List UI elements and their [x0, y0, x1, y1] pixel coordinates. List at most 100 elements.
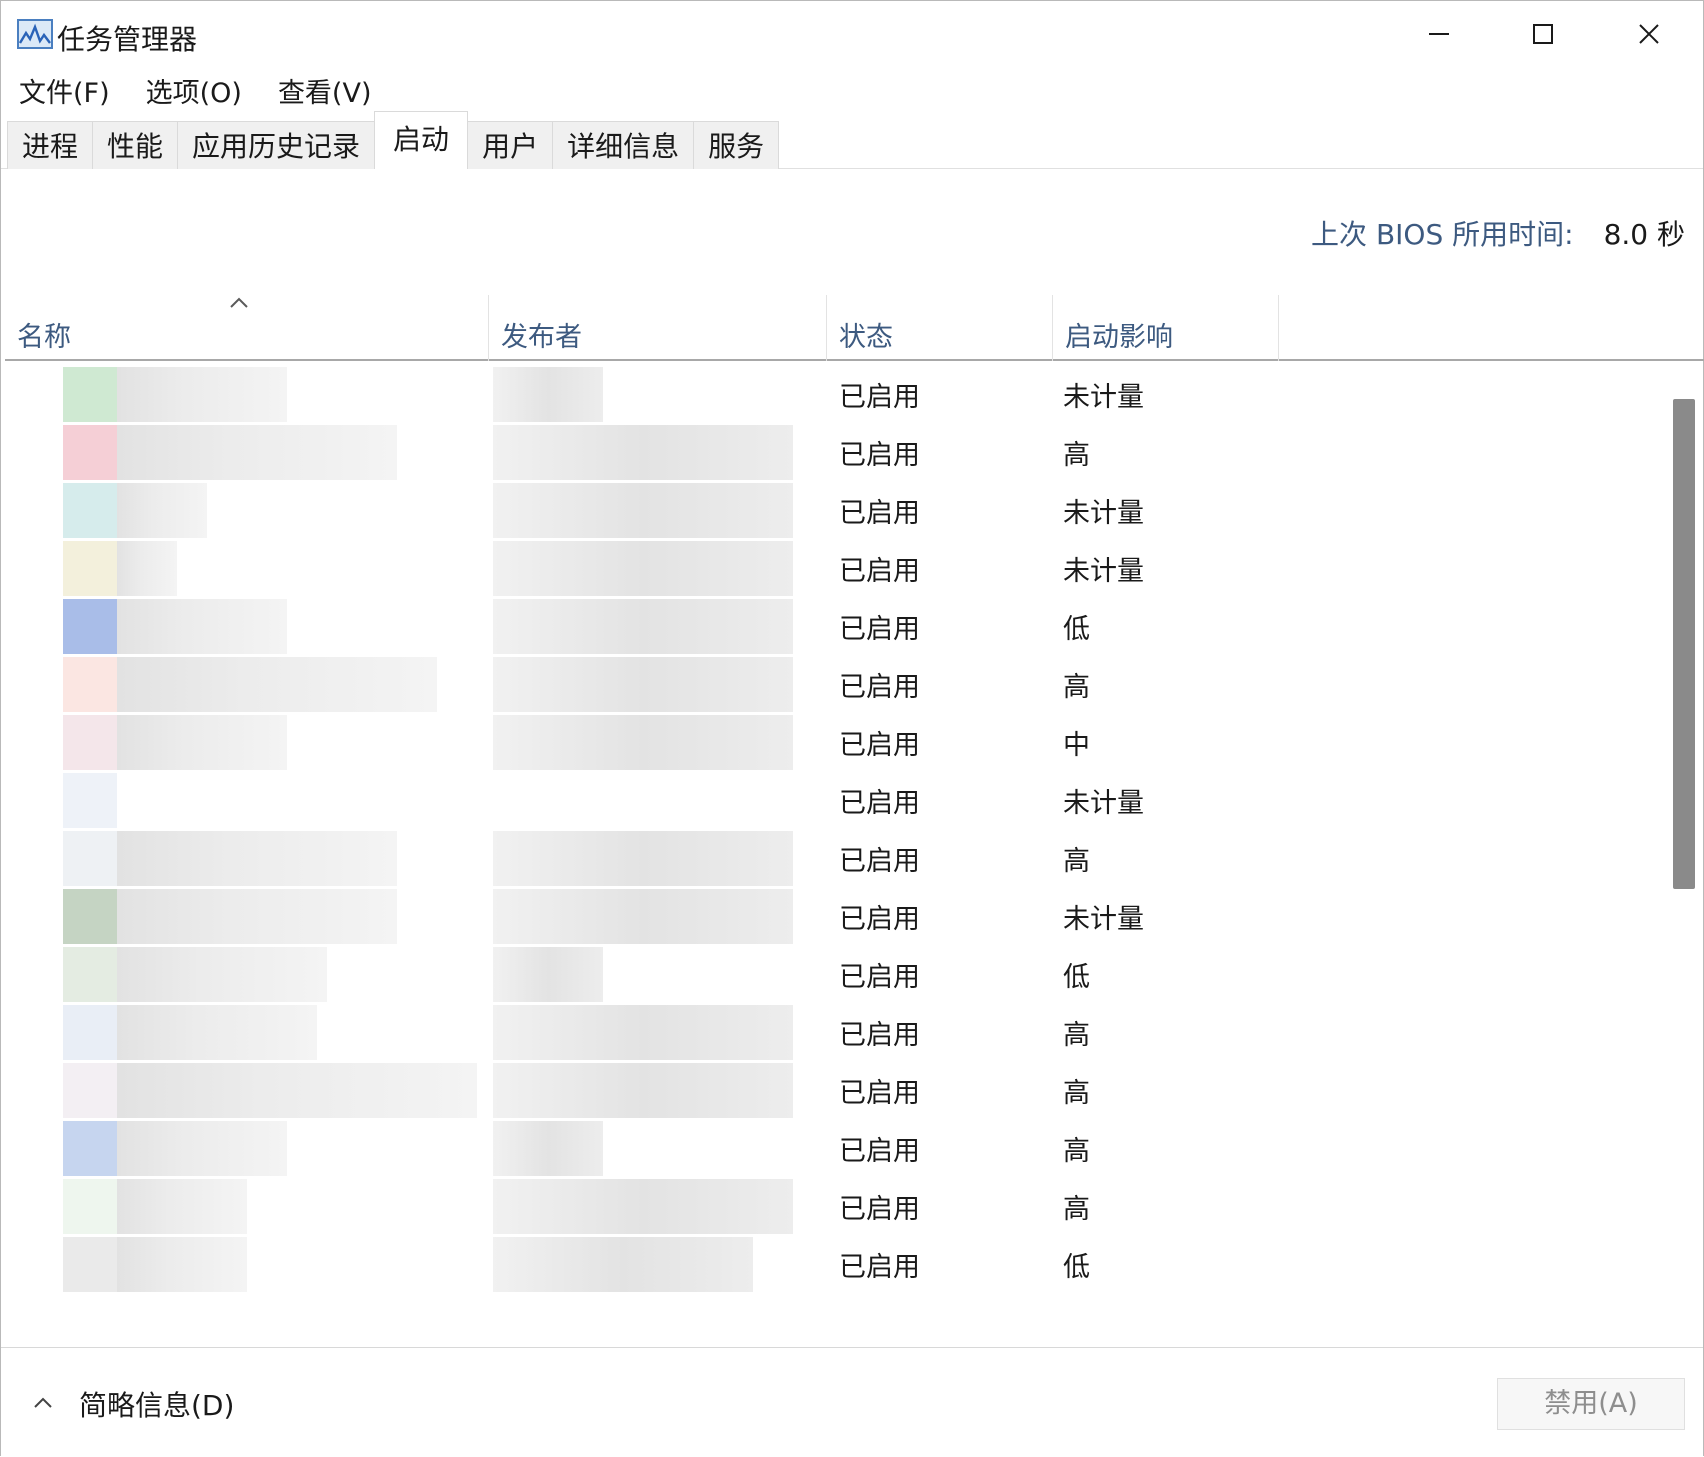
startup-impact-cell: 高	[1063, 1020, 1090, 1051]
app-name-cell	[63, 773, 483, 828]
close-button[interactable]	[1597, 1, 1701, 67]
startup-impact-cell: 中	[1063, 730, 1090, 761]
status-cell: 已启用	[839, 904, 920, 935]
column-header-impact[interactable]: 启动影响	[1053, 295, 1279, 361]
table-row[interactable]: 已启用 中	[5, 711, 1665, 774]
obscured-publisher	[493, 1005, 793, 1060]
app-name-cell	[63, 1063, 483, 1118]
obscured-publisher	[493, 425, 793, 480]
bios-time-value: 8.0 秒	[1603, 218, 1685, 251]
startup-impact-cell: 高	[1063, 846, 1090, 877]
startup-impact-cell: 高	[1063, 440, 1090, 471]
app-icon	[63, 1121, 117, 1176]
app-name-cell	[63, 947, 483, 1002]
app-name-cell	[63, 1179, 483, 1234]
publisher-cell	[493, 425, 823, 480]
tab-users[interactable]: 用户	[467, 121, 554, 169]
table-row[interactable]: 已启用 未计量	[5, 769, 1665, 832]
table-row[interactable]: 已启用 高	[5, 421, 1665, 484]
publisher-cell	[493, 1179, 823, 1234]
scrollbar-thumb[interactable]	[1673, 399, 1695, 889]
startup-impact-cell: 高	[1063, 672, 1090, 703]
table-row[interactable]: 已启用 高	[5, 1001, 1665, 1064]
tab-processes[interactable]: 进程	[7, 121, 94, 169]
status-cell: 已启用	[839, 440, 920, 471]
tab-startup[interactable]: 启动	[374, 111, 469, 169]
column-header-name[interactable]: 名称	[5, 295, 489, 361]
obscured-app-name	[117, 1005, 317, 1060]
tab-app-history[interactable]: 应用历史记录	[177, 121, 376, 169]
app-icon	[63, 831, 117, 886]
startup-impact-cell: 未计量	[1063, 556, 1144, 587]
obscured-publisher	[493, 541, 793, 596]
obscured-publisher	[493, 657, 793, 712]
table-row[interactable]: 已启用 高	[5, 1059, 1665, 1122]
app-name-cell	[63, 1237, 483, 1292]
app-name-cell	[63, 715, 483, 770]
obscured-publisher	[493, 947, 603, 1002]
app-icon	[63, 1005, 117, 1060]
disable-button[interactable]: 禁用(A)	[1497, 1378, 1685, 1430]
table-row[interactable]: 已启用 未计量	[5, 363, 1665, 426]
tab-services[interactable]: 服务	[693, 121, 780, 169]
obscured-publisher	[493, 483, 793, 538]
startup-impact-cell: 高	[1063, 1194, 1090, 1225]
column-header-publisher-label: 发布者	[501, 322, 582, 353]
obscured-app-name	[117, 889, 397, 944]
app-name-cell	[63, 889, 483, 944]
app-name-cell	[63, 425, 483, 480]
app-name-cell	[63, 831, 483, 886]
maximize-button[interactable]	[1491, 1, 1595, 67]
tab-strip: 进程 性能 应用历史记录 启动 用户 详细信息 服务	[1, 111, 1703, 169]
menu-bar: 文件(F) 选项(O) 查看(V)	[1, 67, 1703, 111]
tab-performance[interactable]: 性能	[92, 121, 179, 169]
tab-details[interactable]: 详细信息	[552, 121, 695, 169]
obscured-app-name	[117, 367, 287, 422]
menu-view[interactable]: 查看(V)	[262, 67, 388, 111]
table-row[interactable]: 已启用 未计量	[5, 479, 1665, 542]
table-row[interactable]: 已启用 未计量	[5, 885, 1665, 948]
minimize-button[interactable]	[1387, 1, 1491, 67]
table-row[interactable]: 已启用 低	[5, 595, 1665, 658]
column-header-name-label: 名称	[17, 322, 71, 353]
status-cell: 已启用	[839, 788, 920, 819]
menu-options[interactable]: 选项(O)	[130, 67, 258, 111]
publisher-cell	[493, 541, 823, 596]
status-cell: 已启用	[839, 498, 920, 529]
startup-impact-cell: 高	[1063, 1136, 1090, 1167]
fewer-details-link[interactable]: 简略信息(D)	[79, 1384, 234, 1424]
table-row[interactable]: 已启用 未计量	[5, 537, 1665, 600]
publisher-cell	[493, 715, 823, 770]
obscured-app-name	[117, 1063, 477, 1118]
table-row[interactable]: 已启用 高	[5, 1117, 1665, 1180]
publisher-cell	[493, 889, 823, 944]
obscured-publisher	[493, 715, 793, 770]
startup-impact-cell: 低	[1063, 1252, 1090, 1283]
column-header-status-label: 状态	[839, 322, 893, 353]
column-header-status[interactable]: 状态	[827, 295, 1053, 361]
startup-impact-cell: 低	[1063, 614, 1090, 645]
table-row[interactable]: 已启用 高	[5, 1175, 1665, 1238]
app-icon	[63, 889, 117, 944]
startup-impact-cell: 高	[1063, 1078, 1090, 1109]
obscured-app-name	[117, 483, 207, 538]
column-header-publisher[interactable]: 发布者	[489, 295, 827, 361]
menu-file[interactable]: 文件(F)	[1, 67, 126, 111]
table-row[interactable]: 已启用 高	[5, 653, 1665, 716]
app-icon	[63, 773, 117, 828]
minimize-icon	[1429, 33, 1449, 35]
status-cell: 已启用	[839, 382, 920, 413]
bios-time-info: 上次 BIOS 所用时间: 8.0 秒	[1311, 213, 1685, 253]
app-icon	[63, 367, 117, 422]
footer-bar: 简略信息(D) 禁用(A)	[1, 1347, 1703, 1457]
table-row[interactable]: 已启用 低	[5, 1233, 1665, 1296]
obscured-app-name	[117, 657, 437, 712]
publisher-cell	[493, 657, 823, 712]
table-row[interactable]: 已启用 高	[5, 827, 1665, 890]
obscured-publisher	[493, 599, 793, 654]
table-row[interactable]: 已启用 低	[5, 943, 1665, 1006]
obscured-app-name	[117, 541, 177, 596]
maximize-icon	[1533, 24, 1553, 44]
chevron-up-icon[interactable]	[31, 1394, 55, 1410]
vertical-scrollbar[interactable]	[1669, 363, 1699, 1347]
